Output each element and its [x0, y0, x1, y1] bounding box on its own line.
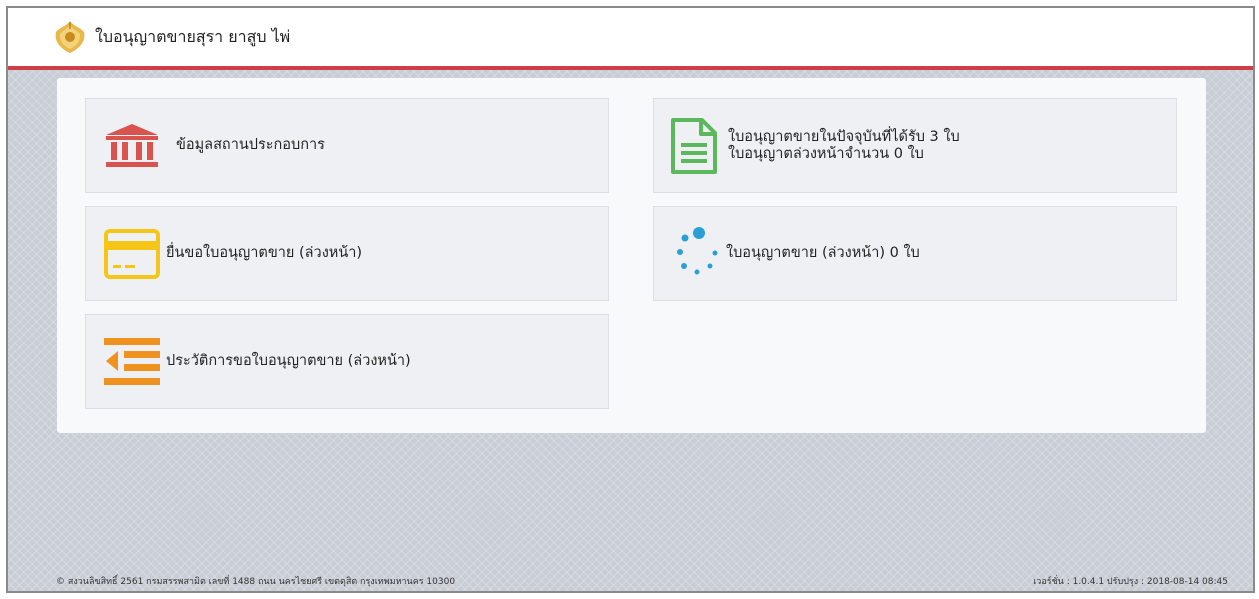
app-header: ใบอนุญาตขายสุรา ยาสูบ ไพ่: [8, 8, 1253, 70]
app-title: ใบอนุญาตขายสุรา ยาสูบ ไพ่: [95, 26, 291, 46]
establishment-info-card[interactable]: ข้อมูลสถานประกอบการ: [85, 98, 609, 193]
establishment-info-label: ข้อมูลสถานประกอบการ: [176, 137, 325, 153]
institution-icon: [106, 123, 158, 167]
license-history-card[interactable]: ประวัติการขอใบอนุญาตขาย (ล่วงหน้า): [85, 314, 609, 409]
current-licenses-count: ใบอนุญาตขายในปัจจุบันที่ได้รับ 3 ใบ: [728, 128, 960, 145]
advance-licenses-card[interactable]: ใบอนุญาตขาย (ล่วงหน้า) 0 ใบ: [653, 206, 1177, 301]
apply-advance-license-card[interactable]: ยื่นขอใบอนุญาตขาย (ล่วงหน้า): [85, 206, 609, 301]
outdent-icon: [104, 337, 160, 385]
version-text: เวอร์ชั่น : 1.0.4.1 ปรับปรุง : 2018-08-1…: [1033, 577, 1228, 587]
license-summary-card[interactable]: ใบอนุญาตขายในปัจจุบันที่ได้รับ 3 ใบ ใบอน…: [653, 98, 1177, 193]
apply-advance-license-label: ยื่นขอใบอนุญาตขาย (ล่วงหน้า): [166, 245, 363, 261]
credit-card-icon: [104, 228, 160, 279]
royal-emblem-icon: [55, 21, 85, 53]
document-icon: [671, 117, 717, 174]
license-summary-text: ใบอนุญาตขายในปัจจุบันที่ได้รับ 3 ใบ ใบอน…: [728, 129, 960, 163]
app-window: ใบอนุญาตขายสุรา ยาสูบ ไพ่ ข้อมูลสถานประก…: [6, 6, 1255, 593]
advance-licenses-label: ใบอนุญาตขาย (ล่วงหน้า) 0 ใบ: [726, 245, 920, 261]
copyright-text: © สงวนลิขสิทธิ์ 2561 กรมสรรพสามิต เลขที่…: [56, 577, 456, 587]
dashboard-panel: ข้อมูลสถานประกอบการ ใบอนุญาตขายในปัจจุบั…: [57, 78, 1206, 433]
advance-licenses-count: ใบอนุญาตล่วงหน้าจำนวน 0 ใบ: [728, 145, 924, 162]
spinner-icon: [677, 226, 718, 274]
license-history-label: ประวัติการขอใบอนุญาตขาย (ล่วงหน้า): [166, 353, 411, 369]
